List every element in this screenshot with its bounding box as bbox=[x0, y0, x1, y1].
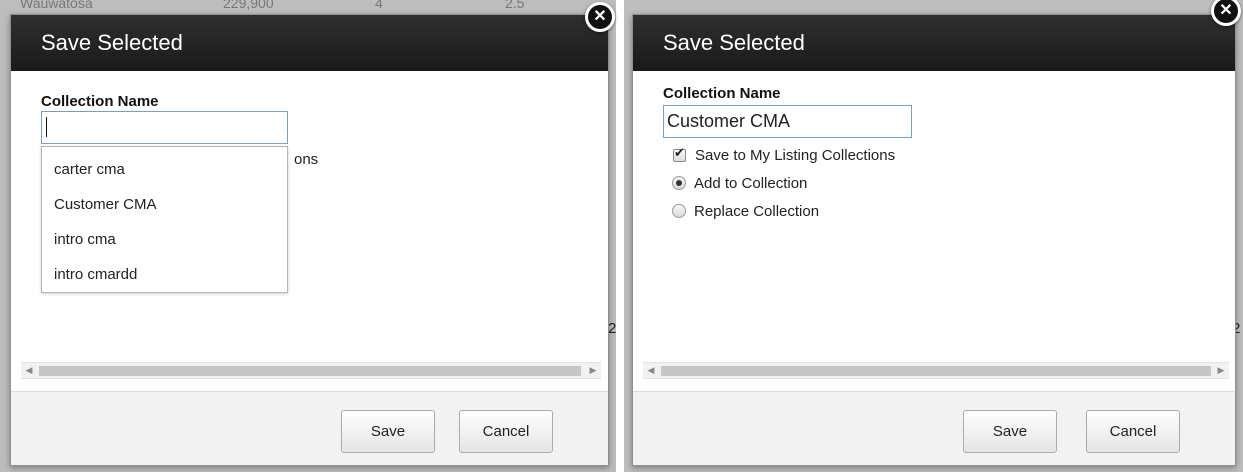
dialog-footer: Save Cancel bbox=[633, 391, 1235, 465]
text-caret bbox=[46, 117, 47, 137]
cancel-button[interactable]: Cancel bbox=[459, 410, 553, 453]
replace-collection-label: Replace Collection bbox=[694, 202, 820, 220]
autocomplete-option[interactable]: carter cma bbox=[42, 152, 287, 187]
save-to-collections-checkbox[interactable]: ✔ bbox=[673, 145, 686, 162]
save-to-collections-label: Save to My Listing Collections bbox=[695, 146, 896, 164]
collection-name-label: Collection Name bbox=[663, 85, 781, 102]
dialog-title: Save Selected bbox=[11, 15, 608, 71]
scrollbar-thumb[interactable] bbox=[661, 366, 1211, 376]
background-price-text: 229,900 bbox=[223, 0, 274, 11]
collection-name-input[interactable] bbox=[41, 111, 288, 144]
dialog-title: Save Selected bbox=[633, 15, 1235, 71]
save-selected-dialog-left: Save Selected Collection Name ons carter… bbox=[10, 14, 609, 466]
collection-autocomplete-dropdown: carter cma Customer CMA intro cma intro … bbox=[41, 146, 288, 293]
radio-selected-dot bbox=[676, 180, 682, 186]
cancel-button[interactable]: Cancel bbox=[1086, 410, 1180, 453]
autocomplete-option[interactable]: intro cma bbox=[42, 222, 287, 257]
collection-name-input[interactable] bbox=[663, 105, 912, 138]
horizontal-scrollbar[interactable]: ◀ ▶ bbox=[21, 362, 601, 379]
background-baths-text: 2.5 bbox=[505, 0, 525, 11]
add-to-collection-label: Add to Collection bbox=[694, 174, 808, 192]
dialog-body: Collection Name ons carter cma Customer … bbox=[11, 71, 608, 393]
replace-collection-option[interactable]: Replace Collection bbox=[672, 200, 819, 222]
scrollbar-thumb[interactable] bbox=[39, 366, 581, 376]
save-button[interactable]: Save bbox=[341, 410, 435, 453]
chevron-left-icon[interactable]: ◀ bbox=[23, 365, 35, 376]
collection-name-label: Collection Name bbox=[41, 93, 159, 110]
add-to-collection-option[interactable]: Add to Collection bbox=[672, 172, 807, 194]
background-beds-text: 4 bbox=[375, 0, 383, 11]
chevron-left-icon[interactable]: ◀ bbox=[645, 365, 657, 376]
close-icon[interactable]: ✕ bbox=[585, 2, 615, 32]
autocomplete-option[interactable]: intro cmardd bbox=[42, 257, 287, 292]
horizontal-scrollbar[interactable]: ◀ ▶ bbox=[643, 362, 1229, 379]
background-city-text: Wauwatosa bbox=[20, 0, 93, 11]
replace-collection-radio[interactable] bbox=[672, 204, 686, 218]
dialog-footer: Save Cancel bbox=[11, 391, 608, 465]
save-selected-dialog-right: Save Selected Collection Name ✔ Save to … bbox=[632, 14, 1236, 466]
checkmark-icon: ✔ bbox=[674, 144, 685, 160]
autocomplete-option[interactable]: Customer CMA bbox=[42, 187, 287, 222]
chevron-right-icon[interactable]: ▶ bbox=[587, 365, 599, 376]
save-to-collections-option[interactable]: ✔ Save to My Listing Collections bbox=[673, 144, 895, 166]
save-button[interactable]: Save bbox=[963, 410, 1057, 453]
background-edge-glyph: 2 bbox=[608, 320, 616, 337]
chevron-right-icon[interactable]: ▶ bbox=[1215, 365, 1227, 376]
dialog-body: Collection Name ✔ Save to My Listing Col… bbox=[633, 71, 1235, 393]
add-to-collection-radio[interactable] bbox=[672, 176, 686, 190]
partial-collections-label: ons bbox=[294, 151, 319, 168]
